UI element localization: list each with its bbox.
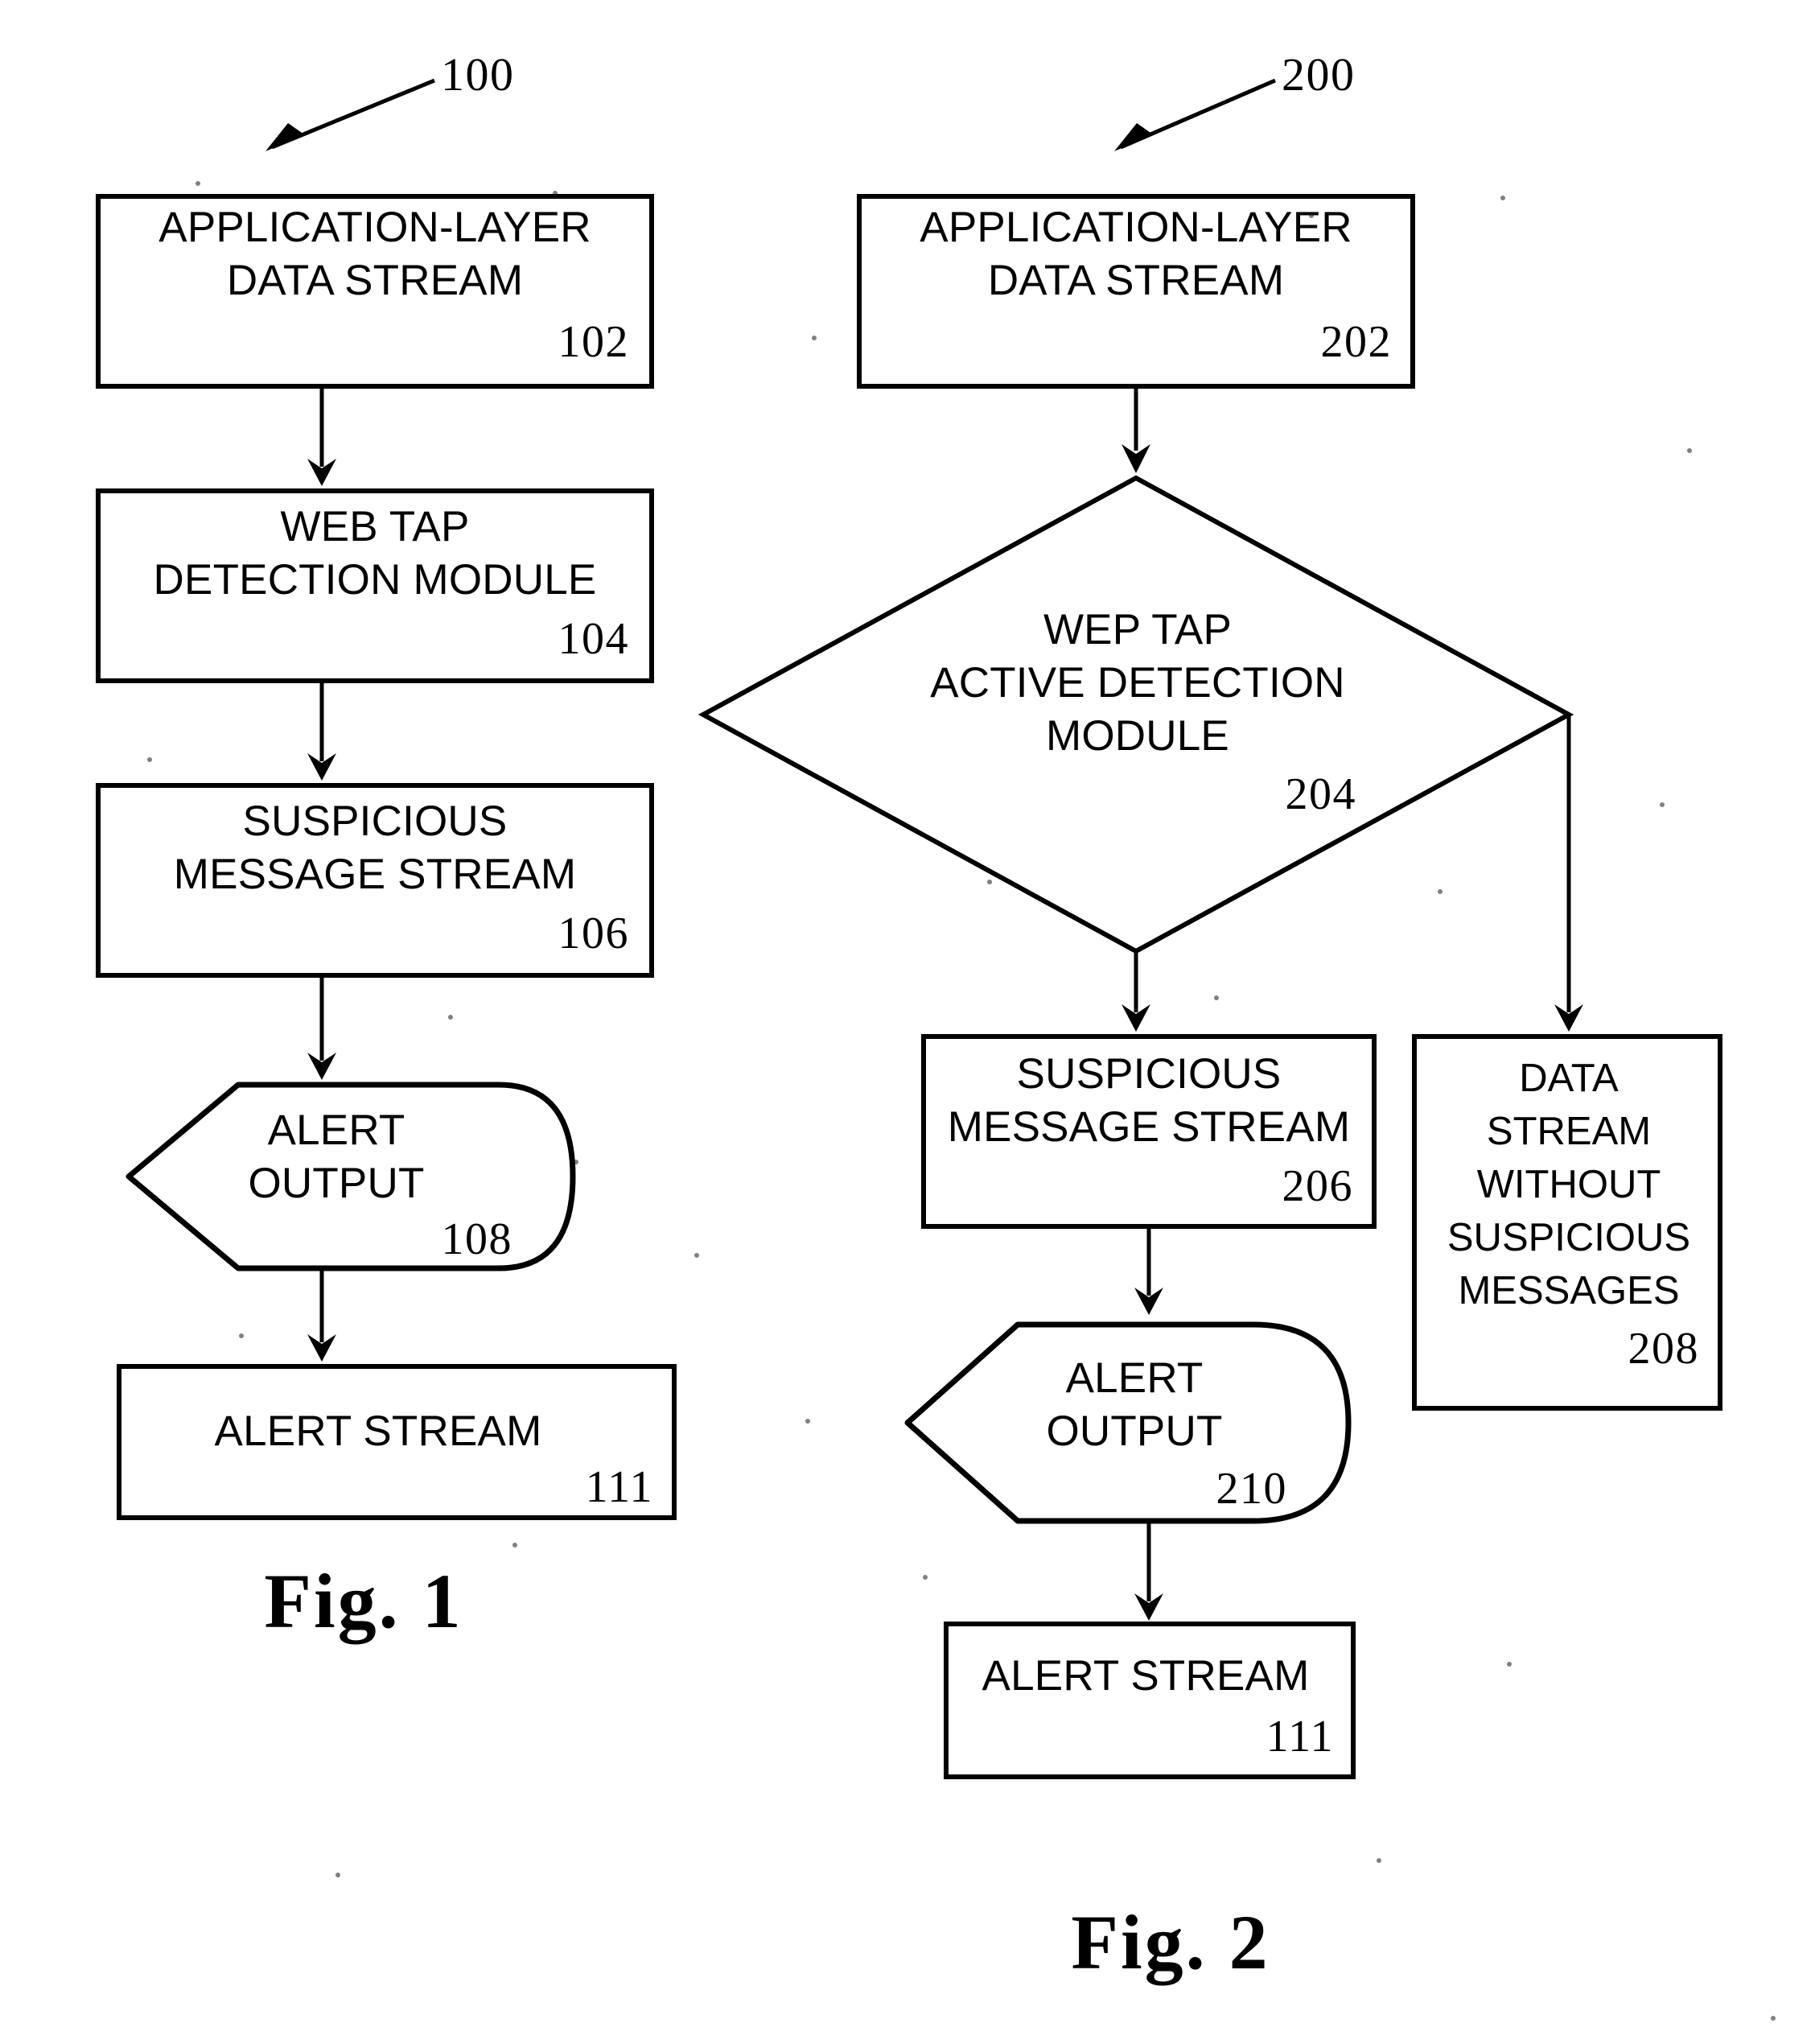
reference-numeral-206: 206 <box>1282 1161 1354 1211</box>
node-alert-output-108[interactable]: ALERT OUTPUT 108 <box>126 1082 576 1271</box>
node-alert-stream-111[interactable]: ALERT STREAM 111 <box>117 1364 677 1520</box>
node-102-line-1: APPLICATION-LAYER <box>158 204 591 251</box>
node-alert-stream-111-fig2[interactable]: ALERT STREAM 111 <box>944 1622 1356 1779</box>
node-alert-output-210[interactable]: ALERT OUTPUT 210 <box>904 1321 1352 1524</box>
node-suspicious-message-stream-206[interactable]: SUSPICIOUS MESSAGE STREAM 206 <box>921 1034 1377 1229</box>
edge-210-to-111 <box>1134 1521 1163 1621</box>
node-208-line-4: SUSPICIOUS <box>1447 1216 1690 1259</box>
node-suspicious-message-stream-106[interactable]: SUSPICIOUS MESSAGE STREAM 106 <box>96 783 654 978</box>
lead-line-100 <box>265 78 435 151</box>
edge-104-to-106 <box>307 681 336 781</box>
reference-numeral-100: 100 <box>441 48 515 101</box>
node-102-line-2: DATA STREAM <box>227 257 523 304</box>
node-104-line-2: DETECTION MODULE <box>154 556 597 604</box>
node-210-line-2: OUTPUT <box>1046 1407 1222 1455</box>
lead-line-200 <box>1114 78 1276 151</box>
figure-1: 100 APPLICATION-LAYER DATA STREAM 102 WE… <box>96 48 677 1644</box>
node-application-layer-data-stream-202[interactable]: APPLICATION-LAYER DATA STREAM 202 <box>857 194 1415 389</box>
node-206-line-2: MESSAGE STREAM <box>948 1103 1351 1151</box>
node-208-line-2: STREAM <box>1487 1110 1651 1153</box>
reference-numeral-108: 108 <box>442 1214 513 1264</box>
node-application-layer-data-stream-102[interactable]: APPLICATION-LAYER DATA STREAM 102 <box>96 194 654 389</box>
reference-numeral-104: 104 <box>558 614 630 664</box>
edge-102-to-104 <box>307 386 336 486</box>
patent-drawing-sheet: 100 APPLICATION-LAYER DATA STREAM 102 WE… <box>0 0 1815 2044</box>
node-208-line-3: WITHOUT <box>1477 1163 1661 1206</box>
figure-2-caption: Fig. 2 <box>1071 1899 1270 1985</box>
node-202-line-1: APPLICATION-LAYER <box>920 204 1352 251</box>
node-106-line-2: MESSAGE STREAM <box>174 851 577 898</box>
edge-202-to-204 <box>1122 386 1150 473</box>
figure-2: 200 APPLICATION-LAYER DATA STREAM 202 WE… <box>698 48 1722 1985</box>
node-104-line-1: WEB TAP <box>280 503 469 550</box>
node-108-line-2: OUTPUT <box>248 1160 424 1207</box>
node-202-line-2: DATA STREAM <box>988 257 1284 304</box>
node-108-line-1: ALERT <box>268 1106 405 1154</box>
reference-numeral-106: 106 <box>558 909 630 958</box>
edge-108-to-111 <box>307 1268 336 1362</box>
edge-206-to-210 <box>1134 1226 1163 1315</box>
node-106-line-1: SUSPICIOUS <box>243 797 508 845</box>
reference-numeral-200: 200 <box>1282 48 1356 101</box>
node-wep-tap-active-detection-module-204[interactable]: WEP TAP ACTIVE DETECTION MODULE 204 <box>698 475 1574 954</box>
reference-numeral-204: 204 <box>1286 769 1357 819</box>
reference-numeral-102: 102 <box>558 317 630 367</box>
node-210-line-1: ALERT <box>1066 1354 1204 1402</box>
edge-204-to-206 <box>1122 951 1150 1032</box>
node-208-line-5: MESSAGES <box>1458 1269 1679 1313</box>
reference-numeral-111-fig2: 111 <box>1266 1712 1334 1762</box>
node-data-stream-without-suspicious-messages-208[interactable]: DATA STREAM WITHOUT SUSPICIOUS MESSAGES … <box>1412 1034 1722 1411</box>
reference-numeral-111-fig1: 111 <box>586 1462 653 1512</box>
node-208-line-1: DATA <box>1519 1057 1619 1100</box>
node-206-line-1: SUSPICIOUS <box>1017 1050 1282 1098</box>
figures-canvas: 100 APPLICATION-LAYER DATA STREAM 102 WE… <box>96 48 1776 2021</box>
node-204-line-2: ACTIVE DETECTION <box>930 659 1345 707</box>
edge-204-to-208 <box>1554 716 1583 1032</box>
reference-numeral-210: 210 <box>1216 1464 1288 1514</box>
reference-numeral-208: 208 <box>1628 1324 1700 1374</box>
node-111-fig2-line-1: ALERT STREAM <box>982 1652 1310 1700</box>
node-204-line-3: MODULE <box>1046 712 1229 760</box>
node-204-line-1: WEP TAP <box>1043 606 1232 653</box>
node-111-line-1: ALERT STREAM <box>215 1407 542 1455</box>
node-web-tap-detection-module-104[interactable]: WEB TAP DETECTION MODULE 104 <box>96 488 654 683</box>
reference-numeral-202: 202 <box>1321 317 1393 367</box>
figure-1-caption: Fig. 1 <box>264 1558 463 1644</box>
edge-106-to-108 <box>307 975 336 1080</box>
